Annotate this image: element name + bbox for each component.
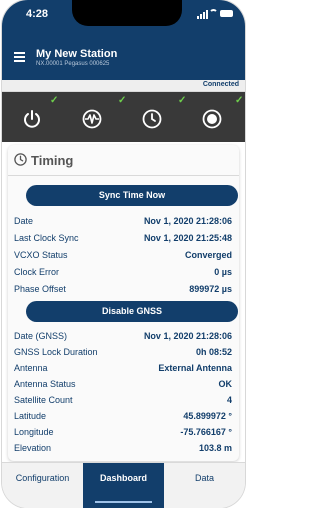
signal-bar — [203, 12, 205, 19]
tab-configuration[interactable]: Configuration — [2, 463, 83, 508]
status-clock[interactable]: ✓ — [122, 92, 186, 142]
row-value: 0h 08:52 — [195, 347, 232, 357]
station-title: My New Station — [36, 48, 118, 60]
row-label: Phase Offset — [14, 284, 66, 294]
wifi-icon — [209, 9, 218, 18]
disable-gnss-button[interactable]: Disable GNSS — [26, 301, 238, 322]
battery-icon — [220, 10, 233, 17]
status-waveform[interactable]: ✓ — [62, 92, 126, 142]
station-subtitle: NX.00001 Pegasus 000625 — [36, 61, 110, 67]
info-row-last-clock-sync: Last Clock Sync Nov 1, 2020 21:25:48 — [14, 233, 232, 245]
row-value: 4 — [226, 395, 232, 405]
app-header: 4:28 My New Station NX.00001 Pegasus 000… — [2, 0, 245, 80]
signal-bar — [206, 10, 208, 19]
row-value: Nov 1, 2020 21:25:48 — [143, 233, 232, 243]
info-row-clock-error: Clock Error 0 µs — [14, 267, 232, 279]
signal-icon — [197, 16, 199, 19]
info-row-phase-offset: Phase Offset 899972 µs — [14, 284, 232, 296]
status-power[interactable]: ✓ — [2, 92, 62, 142]
row-label: Antenna Status — [14, 379, 76, 389]
device-notch — [72, 0, 182, 26]
connection-status: Connected — [202, 81, 239, 88]
status-record[interactable]: ✓ — [182, 92, 244, 142]
divider — [8, 175, 239, 176]
row-value: 0 µs — [214, 267, 232, 277]
info-row-date-gnss: Date (GNSS) Nov 1, 2020 21:28:06 — [14, 331, 232, 343]
info-row-longitude: Longitude -75.766167 ° — [14, 427, 232, 439]
check-icon: ✓ — [235, 95, 244, 106]
menu-icon[interactable] — [14, 52, 25, 62]
row-value: 45.899972 ° — [183, 411, 232, 421]
sync-time-now-button[interactable]: Sync Time Now — [26, 185, 238, 206]
row-label: Date (GNSS) — [14, 331, 68, 341]
info-row-antenna: Antenna External Antenna — [14, 363, 232, 375]
waveform-icon — [82, 109, 102, 129]
status-time: 4:28 — [26, 8, 49, 20]
bottom-tab-bar: Configuration Dashboard Data — [2, 462, 245, 508]
connection-bar: Connected — [2, 80, 245, 92]
row-value: External Antenna — [158, 363, 232, 373]
signal-bar — [200, 14, 202, 19]
info-row-date: Date Nov 1, 2020 21:28:06 — [14, 216, 232, 228]
info-row-latitude: Latitude 45.899972 ° — [14, 411, 232, 423]
row-label: GNSS Lock Duration — [14, 347, 98, 357]
record-icon — [202, 109, 222, 129]
row-label: Satellite Count — [14, 395, 73, 405]
row-value: 103.8 m — [198, 443, 232, 453]
power-icon — [24, 110, 40, 128]
row-label: Last Clock Sync — [14, 233, 79, 243]
tab-data[interactable]: Data — [164, 463, 245, 508]
clock-icon — [14, 153, 27, 166]
active-tab-indicator — [95, 501, 152, 503]
tab-dashboard[interactable]: Dashboard — [83, 463, 164, 508]
status-bar-icons — [197, 9, 233, 19]
row-label: Elevation — [14, 443, 52, 453]
row-value: 899972 µs — [189, 284, 232, 294]
check-icon: ✓ — [50, 95, 59, 106]
row-value: -75.766167 ° — [180, 427, 232, 437]
clock-icon — [142, 109, 162, 129]
row-label: VCXO Status — [14, 250, 68, 260]
timing-card: Timing Sync Time Now Date Nov 1, 2020 21… — [8, 145, 239, 461]
info-row-antenna-status: Antenna Status OK — [14, 379, 232, 391]
row-label: Antenna — [14, 363, 48, 373]
row-value: Converged — [184, 250, 232, 260]
row-label: Clock Error — [14, 267, 60, 277]
row-value: Nov 1, 2020 21:28:06 — [143, 331, 232, 341]
row-label: Date — [14, 216, 34, 226]
row-value: OK — [218, 379, 233, 389]
info-row-gnss-lock-duration: GNSS Lock Duration 0h 08:52 — [14, 347, 232, 359]
row-value: Nov 1, 2020 21:28:06 — [143, 216, 232, 226]
status-icon-strip: ✓ ✓ ✓ ✓ — [2, 92, 245, 142]
info-row-vcxo-status: VCXO Status Converged — [14, 250, 232, 262]
info-row-satellite-count: Satellite Count 4 — [14, 395, 232, 407]
info-row-elevation: Elevation 103.8 m — [14, 443, 232, 455]
timing-title: Timing — [31, 153, 74, 168]
row-label: Latitude — [14, 411, 47, 421]
phone-screen: 4:28 My New Station NX.00001 Pegasus 000… — [2, 0, 245, 508]
row-label: Longitude — [14, 427, 54, 437]
tab-dashboard-label: Dashboard — [99, 473, 147, 483]
